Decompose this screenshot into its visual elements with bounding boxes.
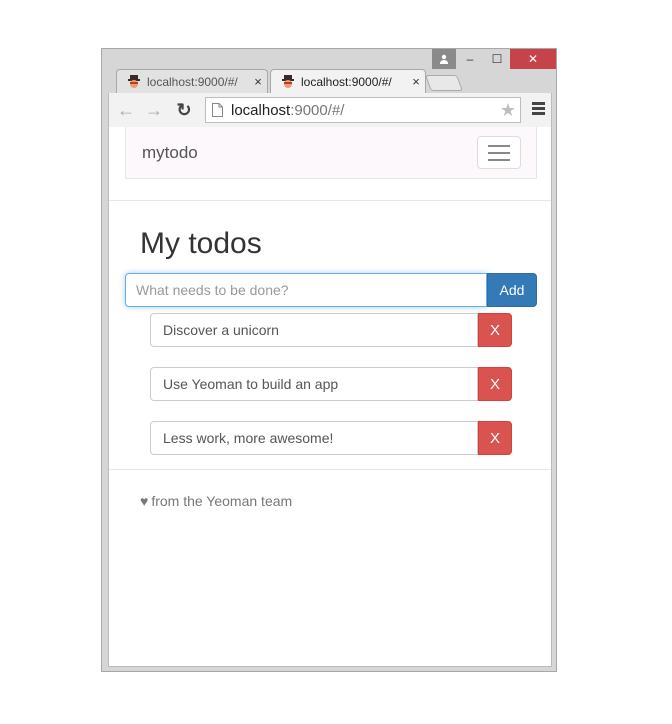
divider: [109, 200, 551, 201]
delete-button[interactable]: X: [478, 313, 512, 347]
maximize-button[interactable]: ☐: [484, 49, 510, 69]
footer: ♥ from the Yeoman team: [140, 493, 292, 509]
page-viewport: mytodo My todos Add Discover a unicorn X…: [108, 127, 552, 667]
tab-title: localhost:9000/#/: [301, 74, 392, 89]
url-path: :9000/#/: [290, 101, 345, 119]
todo-form: Add: [125, 273, 537, 307]
tab-close-icon[interactable]: ×: [249, 74, 267, 89]
hamburger-bar: [488, 159, 510, 161]
yeoman-favicon-icon: [281, 74, 295, 89]
window-controls: – ☐ ✕: [432, 49, 556, 69]
yeoman-favicon-icon: [127, 74, 141, 89]
todo-item: Less work, more awesome! X: [150, 421, 512, 455]
minimize-button[interactable]: –: [456, 49, 484, 69]
tab-inactive[interactable]: localhost:9000/#/ ×: [116, 69, 268, 93]
tab-title: localhost:9000/#/: [147, 74, 238, 89]
delete-button[interactable]: X: [478, 367, 512, 401]
page-icon: [212, 103, 223, 117]
chrome-menu-icon[interactable]: [532, 102, 545, 117]
hamburger-bar: [488, 145, 510, 147]
todo-input[interactable]: [125, 273, 487, 307]
url-host: localhost: [231, 101, 291, 119]
todo-text[interactable]: Discover a unicorn: [150, 313, 478, 347]
browser-window: – ☐ ✕ localhost:9000/#/ × localhost:9000…: [101, 48, 557, 672]
navbar-brand[interactable]: mytodo: [142, 143, 198, 163]
tab-active[interactable]: localhost:9000/#/ ×: [270, 69, 426, 93]
divider: [109, 469, 551, 470]
reload-icon[interactable]: ↻: [173, 99, 195, 121]
todo-item: Use Yeoman to build an app X: [150, 367, 512, 401]
back-icon[interactable]: ←: [115, 99, 137, 121]
add-button[interactable]: Add: [487, 273, 537, 307]
todo-item: Discover a unicorn X: [150, 313, 512, 347]
bookmark-star-icon[interactable]: ★: [500, 100, 516, 121]
delete-button[interactable]: X: [478, 421, 512, 455]
navbar: mytodo: [125, 127, 537, 179]
footer-text: from the Yeoman team: [151, 493, 293, 509]
todo-text[interactable]: Use Yeoman to build an app: [150, 367, 478, 401]
forward-icon[interactable]: →: [143, 99, 165, 121]
tab-close-icon[interactable]: ×: [407, 74, 425, 89]
page-title: My todos: [140, 227, 262, 260]
user-icon: [440, 54, 448, 64]
heart-icon: ♥: [140, 493, 149, 509]
hamburger-bar: [488, 152, 510, 154]
navbar-toggle-button[interactable]: [477, 136, 521, 169]
todo-text[interactable]: Less work, more awesome!: [150, 421, 478, 455]
address-bar[interactable]: localhost:9000/#/ ★: [205, 97, 521, 123]
new-tab-button[interactable]: [425, 75, 463, 91]
browser-toolbar: ← → ↻ localhost:9000/#/ ★: [108, 93, 552, 127]
user-profile-button[interactable]: [432, 49, 456, 69]
window-close-button[interactable]: ✕: [510, 49, 556, 69]
